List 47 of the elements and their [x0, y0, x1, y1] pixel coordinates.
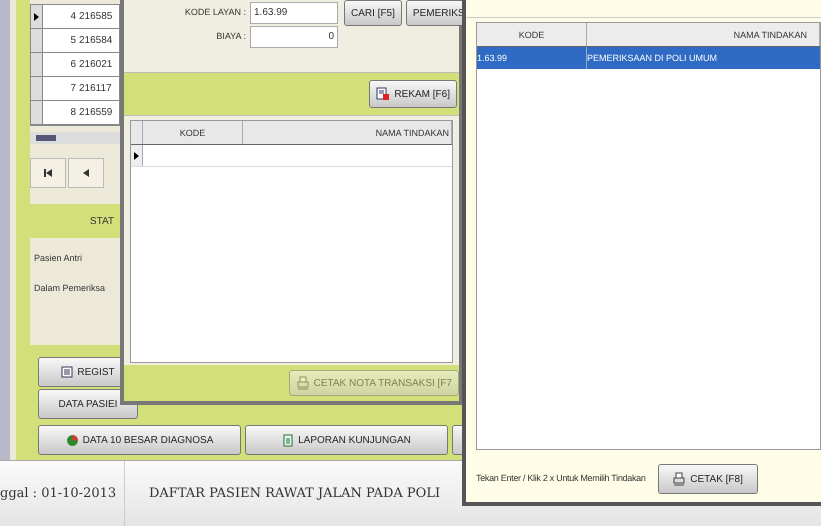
table-cell-text: 216021	[79, 58, 112, 72]
table-cell-text: PEMERIKSAAN DI POLI UMUM	[587, 52, 718, 65]
printer-icon	[296, 376, 310, 390]
menu-button[interactable]: LAPORAN KUNJUNGAN	[245, 425, 448, 455]
table-cell-text: 6	[69, 58, 77, 72]
menu-button[interactable]: DATA 10 BESAR DIAGNOSA	[38, 425, 241, 455]
row-indicator[interactable]	[31, 5, 43, 28]
column-header[interactable]: KODE	[143, 121, 243, 144]
row-pointer-icon	[134, 152, 139, 160]
horizontal-scrollbar[interactable]	[30, 132, 120, 144]
previous-record-button[interactable]	[68, 158, 104, 188]
hint-text: Tekan Enter / Klik 2 x Untuk Memilih Tindakan	[476, 472, 646, 486]
field-label: BIAYA :	[215, 30, 247, 44]
skip-start-icon	[44, 169, 52, 177]
status-title: DAFTAR PASIEN RAWAT JALAN PADA POLI	[149, 484, 440, 503]
table-row[interactable]: 1.63.99 PEMERIKSAAN DI POLI UMUM	[477, 47, 820, 69]
document-icon	[282, 434, 294, 446]
record-icon	[376, 87, 390, 101]
first-record-button[interactable]	[30, 158, 66, 188]
record-button[interactable]: REKAM [F6]	[369, 80, 457, 108]
status-label: Dalam Pemeriksa	[34, 282, 106, 294]
triangle-left-icon	[83, 169, 89, 177]
table-cell-text: 216559	[79, 106, 112, 120]
table-cell-text: 216584	[79, 34, 112, 48]
print-button[interactable]: CETAK [F8]	[658, 464, 758, 494]
field-label: KODE LAYAN :	[184, 6, 247, 20]
status-header: STAT	[30, 204, 120, 238]
column-header[interactable]: NAMA TINDAKAN	[587, 23, 820, 46]
date-text: ggal : 01-10-2013	[0, 461, 125, 526]
list-icon	[61, 366, 74, 378]
table-cell-text: 216117	[79, 82, 112, 96]
row-indicator[interactable]	[131, 145, 143, 166]
printer-icon	[672, 472, 686, 486]
status-label: Pasien Antri	[34, 252, 84, 265]
search-button[interactable]: CARI [F5]	[344, 0, 402, 26]
table-cell-text: 8	[69, 106, 77, 120]
table-cell-text: 7	[69, 82, 77, 96]
row-pointer-icon	[34, 12, 39, 20]
text-field[interactable]: 0	[250, 26, 338, 48]
menu-button[interactable]: DATA PASIEI	[38, 389, 138, 419]
table-cell-text: 4	[69, 10, 77, 24]
table-cell-text: 216585	[79, 10, 112, 24]
table-cell: 1.63.99	[477, 47, 587, 69]
text-field[interactable]: 1.63.99	[250, 2, 338, 24]
column-header[interactable]: NAMA TINDAKAN	[243, 121, 452, 144]
table-cell-text: 5	[69, 34, 77, 48]
column-header[interactable]: KODE	[477, 23, 587, 46]
